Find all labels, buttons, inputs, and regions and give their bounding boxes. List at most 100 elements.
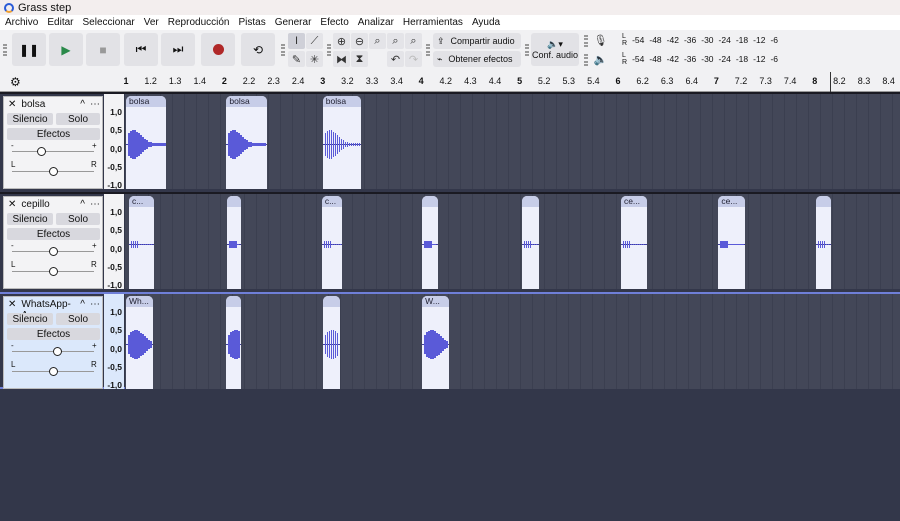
menu-7[interactable]: Efecto (320, 17, 348, 28)
toolbar-grip[interactable] (584, 54, 588, 66)
menu-0[interactable]: Archivo (5, 17, 38, 28)
playback-meter[interactable]: L R -54 -48 -42 -36 -30 -24 -18 -12 -6 (622, 52, 778, 66)
track-0[interactable]: ✕ bolsa ^ ⋯ Silencio Solo Efectos - + L R 1… (0, 92, 900, 190)
clip-title[interactable] (422, 196, 438, 207)
clip-title[interactable]: c... (128, 196, 154, 207)
mute-button[interactable]: Silencio (7, 213, 53, 225)
audio-clip[interactable] (815, 196, 831, 289)
effects-button[interactable]: Efectos (7, 128, 100, 140)
solo-button[interactable]: Solo (56, 113, 100, 125)
empty-track-area[interactable] (0, 392, 900, 521)
clip-title[interactable] (226, 296, 242, 307)
playhead[interactable] (829, 72, 831, 92)
toolbar-grip[interactable] (327, 44, 331, 56)
trim-icon[interactable]: ⧓ (333, 51, 350, 67)
track-1[interactable]: ✕ cepillo ^ ⋯ Silencio Solo Efectos - + L R… (0, 192, 900, 290)
track-header[interactable]: ✕ cepillo ^ ⋯ Silencio Solo Efectos - + L R (3, 196, 103, 289)
track-name[interactable]: bolsa (21, 99, 75, 110)
fit-project-icon[interactable]: ⌕ (387, 33, 404, 49)
solo-button[interactable]: Solo (56, 313, 100, 325)
gain-slider[interactable] (12, 247, 94, 256)
mute-button[interactable]: Silencio (7, 313, 53, 325)
audio-clip[interactable] (322, 296, 340, 389)
menu-9[interactable]: Herramientas (403, 17, 463, 28)
clip-title[interactable]: bolsa (322, 96, 362, 107)
track-header[interactable]: ✕WhatsApp-A...^⋯ Silencio Solo Efectos -… (3, 296, 103, 389)
close-track-icon[interactable]: ✕ (8, 199, 16, 210)
audio-clip[interactable]: ce... (718, 196, 745, 289)
redo-icon[interactable]: ↷ (405, 51, 422, 67)
timeline-ruler[interactable]: ⚙ 1 1.2 1.3 1.4 2 2.2 2.3 2.4 3 3.2 3.3 3.4 4 4.2 4.3 4… (0, 72, 900, 92)
track-lane[interactable]: bolsa bolsa bolsa (125, 94, 900, 189)
audio-clip[interactable]: bolsa (226, 96, 267, 189)
microphone-icon[interactable]: 🎙 (592, 32, 609, 48)
share-audio-button[interactable]: ⇪ Compartir audio (433, 33, 521, 49)
audio-clip[interactable]: ce... (620, 196, 647, 289)
clip-title[interactable]: ce... (620, 196, 647, 207)
toolbar-grip[interactable] (525, 44, 529, 56)
loop-button[interactable]: ⟲ (241, 33, 275, 66)
pan-slider[interactable] (12, 267, 94, 276)
gear-icon[interactable]: ⚙ (10, 75, 21, 89)
menu-1[interactable]: Editar (47, 17, 73, 28)
gain-knob[interactable] (53, 347, 63, 356)
silence-icon[interactable]: ⧗ (351, 51, 368, 67)
clip-title[interactable]: bolsa (226, 96, 267, 107)
record-meter[interactable]: L R -54 -48 -42 -36 -30 -24 -18 -12 -6 (622, 33, 778, 47)
zoom-toggle-icon[interactable]: ⌕ (405, 33, 422, 49)
clip-title[interactable] (227, 196, 242, 207)
menu-5[interactable]: Pistas (238, 17, 265, 28)
stop-button[interactable]: ■ (86, 33, 120, 66)
pause-button[interactable]: ❚❚ (12, 33, 46, 66)
draw-tool-icon[interactable]: ✎ (288, 51, 305, 67)
track-2[interactable]: ✕WhatsApp-A...^⋯ Silencio Solo Efectos -… (0, 292, 900, 390)
skip-start-button[interactable]: ⏮ (124, 33, 158, 66)
mute-button[interactable]: Silencio (7, 113, 53, 125)
audio-clip[interactable] (422, 196, 438, 289)
toolbar-grip[interactable] (426, 44, 430, 56)
more-menu-icon[interactable]: ⋯ (90, 199, 100, 210)
close-track-icon[interactable]: ✕ (8, 99, 16, 110)
record-button[interactable] (201, 33, 235, 66)
get-effects-button[interactable]: ⌁ Obtener efectos (433, 51, 521, 67)
pan-slider[interactable] (12, 167, 94, 176)
zoom-out-icon[interactable]: ⊖ (351, 33, 368, 49)
audio-clip[interactable]: Wh... (126, 296, 153, 389)
collapse-icon[interactable]: ^ (80, 99, 85, 110)
clip-title[interactable]: Wh... (126, 296, 153, 307)
menu-3[interactable]: Ver (144, 17, 159, 28)
clip-title[interactable]: c... (321, 196, 343, 207)
toolbar-grip[interactable] (281, 44, 285, 56)
track-header[interactable]: ✕ bolsa ^ ⋯ Silencio Solo Efectos - + L R (3, 96, 103, 189)
clip-title[interactable]: ce... (718, 196, 745, 207)
fit-selection-icon[interactable]: ⌕ (369, 33, 386, 49)
gain-knob[interactable] (49, 247, 58, 256)
menu-6[interactable]: Generar (275, 17, 312, 28)
gain-slider[interactable] (12, 147, 94, 156)
more-menu-icon[interactable]: ⋯ (90, 99, 100, 110)
undo-icon[interactable]: ↶ (387, 51, 404, 67)
audio-clip[interactable]: W... (422, 296, 449, 389)
envelope-tool-icon[interactable]: ⟋ (306, 33, 323, 49)
selection-tool-icon[interactable]: I (288, 33, 305, 49)
effects-button[interactable]: Efectos (7, 228, 100, 240)
skip-end-button[interactable]: ⏭ (161, 33, 195, 66)
clip-title[interactable] (521, 196, 540, 207)
menu-8[interactable]: Analizar (358, 17, 394, 28)
audio-clip[interactable] (521, 196, 540, 289)
audio-setup-button[interactable]: 🔈▾ Conf. audio (531, 33, 579, 66)
toolbar-grip[interactable] (584, 35, 588, 47)
pan-knob[interactable] (49, 167, 58, 176)
clip-title[interactable]: bolsa (126, 96, 167, 107)
track-lane[interactable]: Wh... W... (125, 294, 900, 389)
multi-tool-icon[interactable]: ✳ (306, 51, 323, 67)
track-lane[interactable]: c... c... ce... ce... (125, 194, 900, 289)
solo-button[interactable]: Solo (56, 213, 100, 225)
toolbar-grip[interactable] (3, 44, 7, 56)
pan-slider[interactable] (12, 367, 94, 376)
audio-clip[interactable]: bolsa (126, 96, 167, 189)
play-button[interactable]: ▶ (49, 33, 83, 66)
audio-clip[interactable]: c... (321, 196, 343, 289)
gain-knob[interactable] (36, 147, 46, 156)
menu-4[interactable]: Reproducción (168, 17, 230, 28)
